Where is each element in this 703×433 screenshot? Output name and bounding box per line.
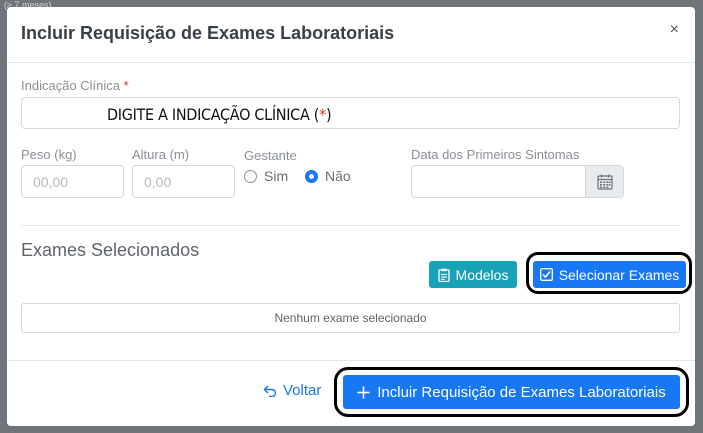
data-sintomas-label: Data dos Primeiros Sintomas — [411, 147, 580, 162]
modal-dialog: Incluir Requisição de Exames Laboratoria… — [7, 7, 695, 426]
selecionar-exames-button[interactable]: Selecionar Exames — [533, 261, 686, 288]
indicacao-annotation: DIGITE A INDICAÇÃO CLÍNICA (*) — [107, 105, 332, 124]
calendar-icon — [596, 174, 613, 190]
plus-icon — [357, 386, 370, 399]
radio-circle-selected — [305, 169, 318, 183]
checkbox-icon — [539, 268, 553, 281]
undo-icon — [263, 385, 277, 397]
voltar-link[interactable]: Voltar — [263, 382, 321, 399]
altura-input[interactable]: 0,00 — [132, 165, 235, 198]
empty-exams-box: Nenhum exame selecionado — [21, 303, 680, 333]
indicacao-label: Indicação Clínica * — [21, 78, 129, 93]
modelos-button[interactable]: Modelos — [429, 261, 517, 288]
incluir-requisicao-button[interactable]: Incluir Requisição de Exames Laboratoria… — [343, 375, 680, 409]
clipboard-icon — [437, 268, 450, 282]
radio-circle — [244, 169, 257, 183]
data-sintomas-input[interactable] — [411, 165, 624, 198]
peso-label: Peso (kg) — [21, 147, 77, 162]
modal-header: Incluir Requisição de Exames Laboratoria… — [7, 7, 695, 63]
altura-label: Altura (m) — [132, 147, 190, 162]
peso-input[interactable]: 00,00 — [21, 165, 124, 198]
exames-section-title: Exames Selecionados — [21, 240, 200, 260]
divider — [21, 225, 680, 226]
modal-title: Incluir Requisição de Exames Laboratoria… — [21, 23, 395, 43]
close-button[interactable]: × — [670, 21, 679, 39]
required-mark: * — [123, 78, 129, 93]
gestante-sim-radio[interactable]: Sim — [244, 168, 288, 184]
calendar-button[interactable] — [585, 166, 623, 197]
gestante-label: Gestante — [244, 148, 297, 163]
gestante-nao-radio[interactable]: Não — [305, 168, 351, 184]
